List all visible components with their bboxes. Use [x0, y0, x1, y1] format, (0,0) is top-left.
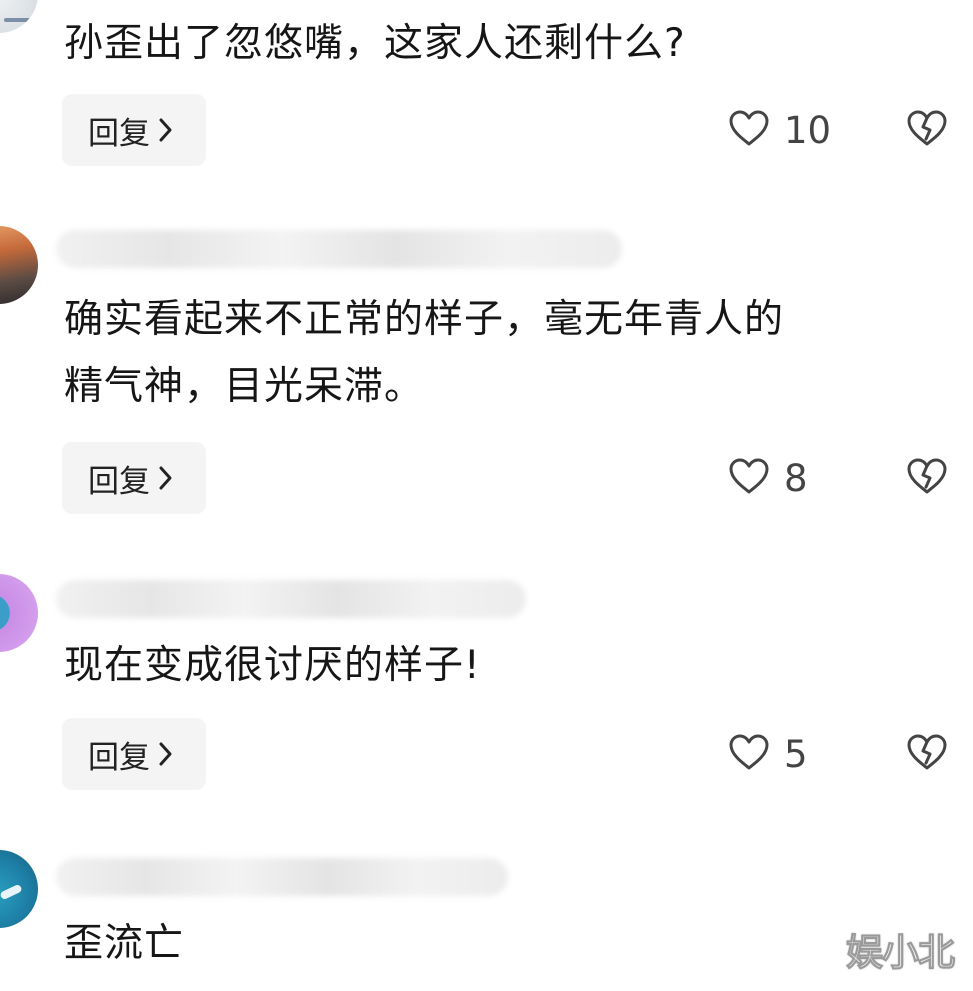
broken-heart-icon [906, 733, 948, 775]
avatar[interactable] [0, 0, 38, 33]
like-count: 10 [784, 108, 832, 152]
comment-item: 孙歪出了忽悠嘴，这家人还剩什么? 回复 10 [0, 0, 973, 190]
dislike-button[interactable] [906, 718, 950, 790]
username-blurred[interactable] [56, 580, 526, 618]
username-blurred[interactable] [56, 230, 622, 268]
like-button[interactable]: 8 [728, 442, 808, 514]
avatar[interactable] [0, 226, 38, 304]
chevron-right-icon [158, 465, 174, 491]
comment-text: 歪流亡 [64, 921, 185, 966]
heart-outline-icon [728, 733, 770, 775]
like-count: 8 [784, 456, 808, 500]
comment-text: 确实看起来不正常的样子，毫无年青人的 精气神，目光呆滞。 [64, 297, 785, 409]
chevron-right-icon [158, 741, 174, 767]
reply-label: 回复 [88, 463, 150, 500]
comment-text: 现在变成很讨厌的样子! [64, 643, 481, 688]
comment-item: 歪流亡 [0, 820, 973, 991]
heart-outline-icon [728, 457, 770, 499]
heart-outline-icon [728, 109, 770, 151]
like-button[interactable]: 10 [728, 94, 831, 166]
reply-button[interactable]: 回复 [62, 718, 206, 790]
watermark: 娱小北 [846, 931, 956, 975]
comment-item: 确实看起来不正常的样子，毫无年青人的 精气神，目光呆滞。 回复 8 [0, 190, 973, 540]
comment-text: 孙歪出了忽悠嘴，这家人还剩什么? [64, 21, 686, 66]
chevron-right-icon [158, 117, 174, 143]
dislike-button[interactable] [906, 94, 950, 166]
avatar[interactable] [0, 574, 38, 652]
like-button[interactable]: 5 [728, 718, 808, 790]
username-blurred[interactable] [56, 858, 508, 896]
reply-button[interactable]: 回复 [62, 442, 206, 514]
reply-label: 回复 [88, 739, 150, 776]
like-count: 5 [784, 732, 808, 776]
reply-button[interactable]: 回复 [62, 94, 206, 166]
reply-label: 回复 [88, 115, 150, 152]
broken-heart-icon [906, 109, 948, 151]
comment-item: 现在变成很讨厌的样子! 回复 5 [0, 540, 973, 820]
dislike-button[interactable] [906, 442, 950, 514]
broken-heart-icon [906, 457, 948, 499]
avatar[interactable] [0, 850, 38, 928]
